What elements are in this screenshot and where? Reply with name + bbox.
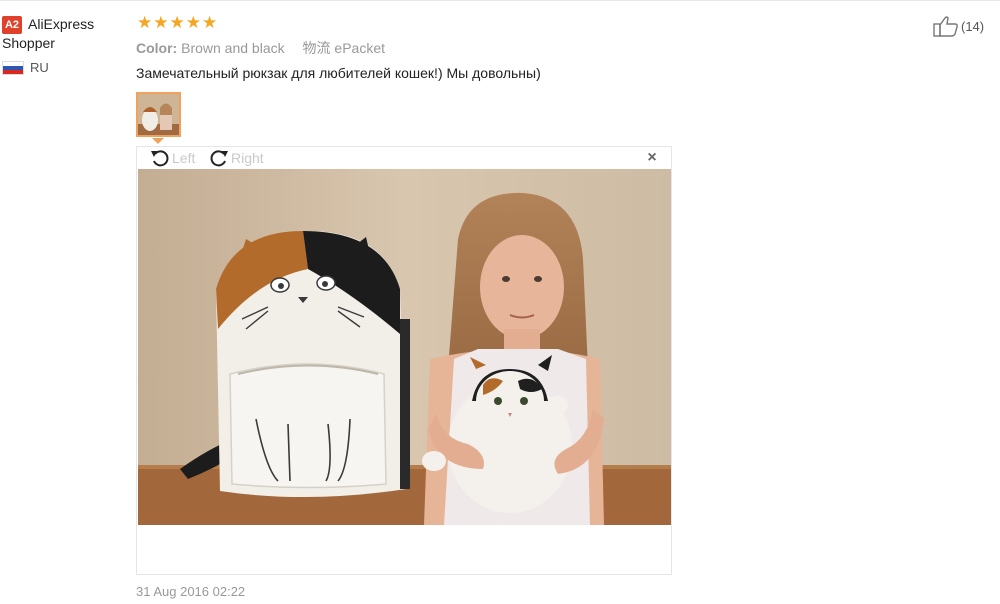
rotate-right-icon	[210, 150, 228, 167]
star-icon: ★	[153, 13, 169, 33]
review-photo	[138, 169, 671, 525]
reviewer-avatar: A2	[2, 16, 22, 34]
rotate-right-button[interactable]: Right	[208, 148, 264, 168]
star-icon: ★	[137, 13, 153, 33]
star-icon: ★	[202, 13, 218, 33]
thumbs-up-icon	[933, 16, 958, 37]
helpful-count: (14)	[961, 18, 985, 34]
close-viewer-button[interactable]: ×	[646, 150, 658, 166]
top-divider	[0, 0, 1000, 1]
reviewer-info: A2 AliExpress Shopper RU	[2, 14, 127, 75]
reviewer-name[interactable]: AliExpress	[28, 14, 94, 34]
rotate-left-label: Left	[172, 150, 196, 166]
review-photo-image	[138, 169, 671, 525]
color-label: Color:	[136, 40, 178, 56]
review-photo-thumbnail[interactable]	[136, 92, 181, 137]
rating-stars: ★ ★ ★ ★ ★	[137, 15, 218, 32]
shipping-label: 物流	[302, 40, 331, 56]
rotate-left-icon	[151, 150, 169, 167]
color-value: Brown and black	[181, 40, 285, 56]
shipping-value: ePacket	[334, 40, 385, 56]
review-date: 31 Aug 2016 02:22	[136, 584, 246, 599]
star-icon: ★	[169, 13, 185, 33]
reviewer-country: RU	[2, 60, 127, 75]
reviewer-name-line2[interactable]: Shopper	[2, 33, 127, 53]
helpful-button[interactable]: (14)	[933, 15, 984, 37]
russia-flag-icon	[2, 60, 24, 75]
review-meta: Color: Brown and black 物流 ePacket	[136, 38, 385, 58]
rotate-left-button[interactable]: Left	[149, 148, 195, 168]
thumbnail-caret	[152, 138, 164, 144]
rotate-right-label: Right	[231, 150, 264, 166]
thumbnail-image	[138, 94, 179, 135]
viewer-toolbar: Left Right ×	[137, 147, 671, 169]
review-text: Замечательный рюкзак для любителей кошек…	[136, 65, 541, 81]
photo-viewer: Left Right ×	[136, 146, 672, 575]
country-code: RU	[30, 60, 49, 75]
star-icon: ★	[185, 13, 201, 33]
